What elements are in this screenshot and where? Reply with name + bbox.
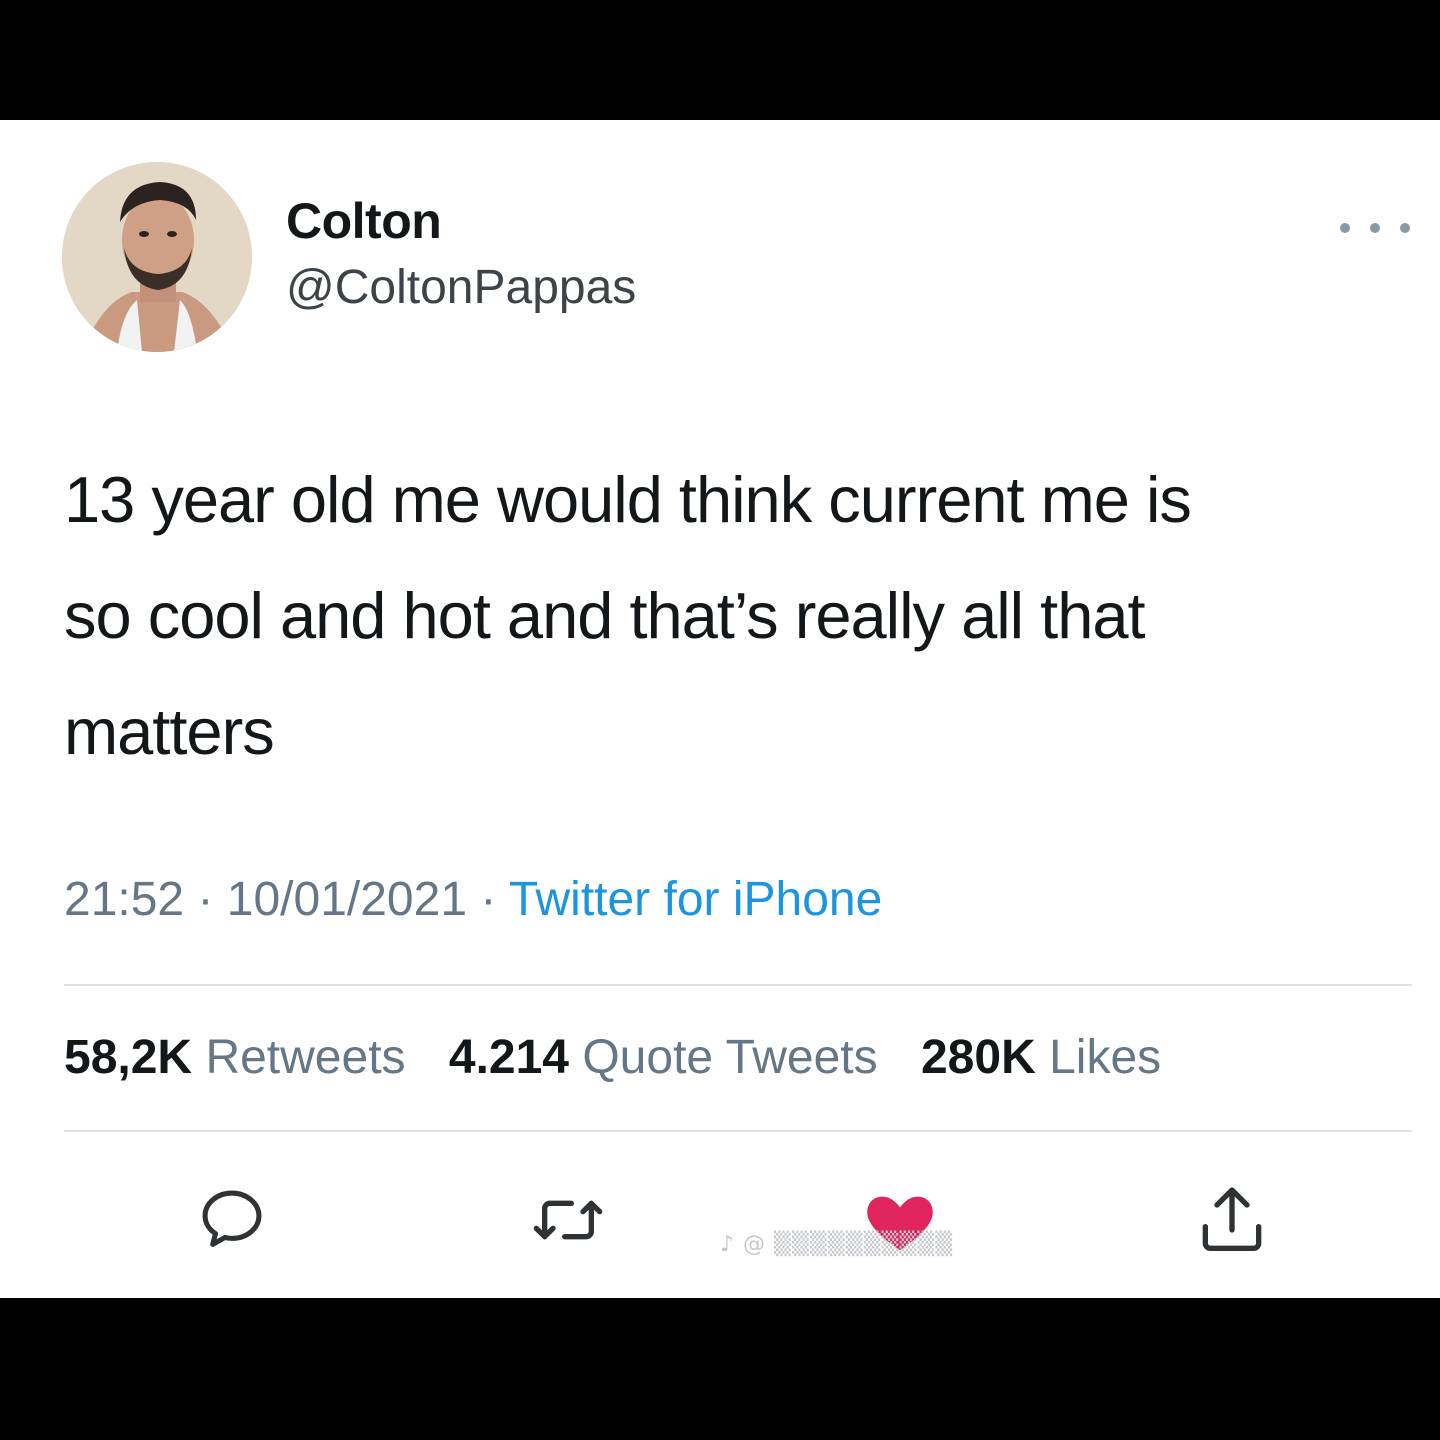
- more-dot-icon: [1340, 223, 1350, 233]
- share-icon: [1202, 1187, 1262, 1251]
- avatar-portrait: [62, 162, 252, 352]
- tweet-meta: 21:52 · 10/01/2021 · Twitter for iPhone: [64, 872, 882, 927]
- likes-count: 280K: [920, 1031, 1036, 1084]
- reply-button[interactable]: [192, 1180, 272, 1260]
- tweet-date[interactable]: 10/01/2021: [227, 873, 467, 926]
- more-dot-icon: [1400, 223, 1410, 233]
- reply-icon: [202, 1190, 262, 1247]
- likes-label: Likes: [1049, 1031, 1162, 1084]
- meta-separator: ·: [184, 873, 227, 926]
- meta-separator: ·: [467, 873, 509, 926]
- tweet-card: Colton @ColtonPappas 13 year old me woul…: [0, 120, 1440, 1298]
- share-button[interactable]: [1192, 1180, 1272, 1260]
- divider: [64, 984, 1412, 986]
- retweets-count: 58,2K: [64, 1031, 193, 1084]
- quote-tweets-label: Quote Tweets: [582, 1031, 878, 1084]
- author-display-name[interactable]: Colton: [286, 192, 442, 250]
- avatar[interactable]: [62, 162, 252, 352]
- more-options-button[interactable]: [1340, 216, 1410, 240]
- tweet-source-link[interactable]: Twitter for iPhone: [509, 873, 883, 926]
- retweet-icon: [533, 1200, 603, 1240]
- letterbox-frame: Colton @ColtonPappas 13 year old me woul…: [0, 0, 1440, 1440]
- author-handle[interactable]: @ColtonPappas: [286, 260, 636, 315]
- tweet-stats: 58,2K Retweets 4.214 Quote Tweets 280K L…: [64, 1030, 1191, 1085]
- more-dot-icon: [1370, 223, 1380, 233]
- divider: [64, 1130, 1412, 1132]
- retweets-label: Retweets: [205, 1031, 406, 1084]
- likes-stat[interactable]: 280K Likes: [921, 1031, 1161, 1084]
- quote-tweets-stat[interactable]: 4.214 Quote Tweets: [449, 1031, 878, 1084]
- quote-tweets-count: 4.214: [448, 1031, 569, 1084]
- retweet-button[interactable]: [528, 1180, 608, 1260]
- tweet-time[interactable]: 21:52: [64, 873, 184, 926]
- tiktok-watermark-icon: ♪ @ ▒▒▒▒▒▒▒▒▒▒: [720, 1232, 954, 1257]
- tweet-text: 13 year old me would think current me is…: [64, 463, 1192, 768]
- retweets-stat[interactable]: 58,2K Retweets: [64, 1031, 406, 1084]
